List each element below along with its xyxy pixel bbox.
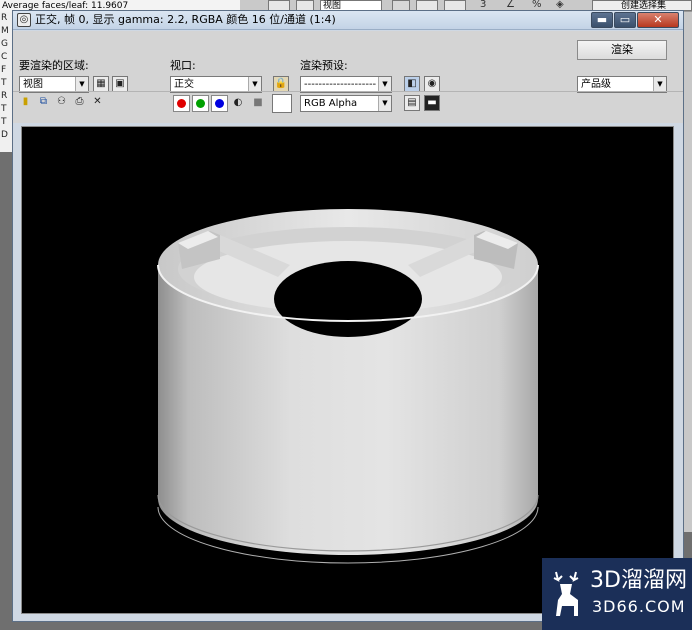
- area-to-render-value: 视图: [23, 79, 43, 90]
- copy-image-icon[interactable]: ⧉: [36, 95, 51, 110]
- green-channel-toggle[interactable]: [192, 95, 209, 112]
- window-titlebar[interactable]: ◎ 正交, 帧 0, 显示 gamma: 2.2, RGBA 颜色 16 位/通…: [13, 11, 683, 30]
- print-image-icon[interactable]: ⎙: [72, 95, 87, 110]
- toggle-ui-icon[interactable]: ▬: [424, 95, 440, 111]
- render-preset-label: 渲染预设:: [300, 59, 348, 72]
- lock-viewport-icon[interactable]: 🔒: [273, 76, 289, 92]
- deer-logo-icon: [553, 571, 579, 616]
- render-settings-toolbar: 要渲染的区域: 视图 ▼ ▦ ▣ 视口: 正交 ▼ 🔒 渲染预设: --------…: [13, 31, 683, 123]
- viewport-label: 视口:: [170, 59, 196, 72]
- chevron-down-icon: ▼: [378, 96, 391, 111]
- chevron-down-icon: ▼: [653, 77, 666, 92]
- blue-channel-icon: [215, 99, 224, 108]
- viewport-value: 正交: [174, 79, 194, 90]
- chevron-down-icon: ▼: [75, 77, 88, 92]
- toolbar-divider: [13, 91, 683, 92]
- maximize-icon: ▭: [619, 13, 631, 26]
- environment-effects-icon[interactable]: ◉: [424, 76, 440, 92]
- app-icon: ◎: [17, 13, 31, 27]
- alpha-channel-icon[interactable]: ◐: [231, 96, 245, 110]
- clear-icon[interactable]: ✕: [90, 95, 105, 110]
- rendered-frame-window: ◎ 正交, 帧 0, 显示 gamma: 2.2, RGBA 颜色 16 位/通…: [12, 10, 684, 622]
- rendered-cylinder-image: [157, 209, 539, 564]
- monochrome-icon[interactable]: ■: [251, 96, 265, 110]
- minimize-button[interactable]: ▬: [591, 12, 613, 28]
- channel-display-dropdown[interactable]: RGB Alpha ▼: [300, 95, 392, 112]
- swatch-color-box[interactable]: [272, 94, 292, 113]
- green-channel-icon: [196, 99, 205, 108]
- chevron-down-icon: ▼: [378, 77, 391, 92]
- area-to-render-label: 要渲染的区域:: [19, 59, 89, 72]
- minimize-icon: ▬: [596, 13, 608, 26]
- close-icon: ✕: [653, 13, 663, 26]
- render-button[interactable]: 渲染: [577, 40, 667, 60]
- watermark-brand-text: 3D溜溜网: [590, 568, 687, 593]
- maximize-button[interactable]: ▭: [614, 12, 636, 28]
- close-button[interactable]: ✕: [637, 12, 679, 28]
- render-viewport[interactable]: [21, 126, 674, 614]
- clone-frame-window-icon[interactable]: ⚇: [54, 95, 69, 110]
- watermark-badge: 3D溜溜网 3D66.COM: [542, 558, 692, 630]
- chevron-down-icon: ▼: [248, 77, 261, 92]
- auto-region-icon[interactable]: ▣: [112, 76, 128, 92]
- quality-value: 产品级: [581, 79, 611, 90]
- red-channel-toggle[interactable]: [173, 95, 190, 112]
- render-setup-icon[interactable]: ◧: [404, 76, 420, 92]
- edit-region-icon[interactable]: ▦: [93, 76, 109, 92]
- save-image-icon[interactable]: ▮: [18, 95, 33, 110]
- channel-display-value: RGB Alpha: [304, 98, 358, 109]
- render-preset-value: --------------------: [304, 79, 377, 90]
- blue-channel-toggle[interactable]: [211, 95, 228, 112]
- red-channel-icon: [177, 99, 186, 108]
- window-title: 正交, 帧 0, 显示 gamma: 2.2, RGBA 颜色 16 位/通道 …: [35, 13, 336, 26]
- toggle-ui-overlay-icon[interactable]: ▤: [404, 95, 420, 111]
- watermark-domain-text: 3D66.COM: [592, 597, 686, 616]
